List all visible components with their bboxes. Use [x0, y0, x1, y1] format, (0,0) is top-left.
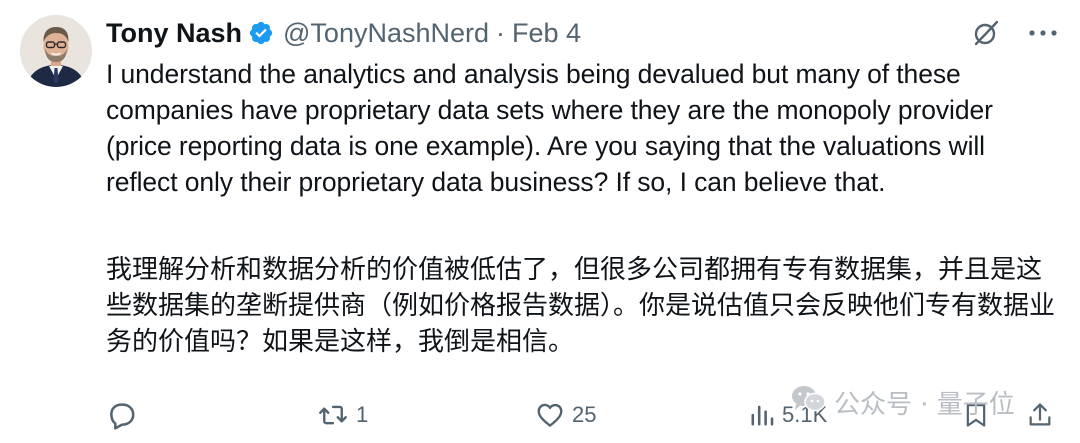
reply-icon [106, 399, 138, 431]
share-icon [1026, 399, 1054, 431]
like-count: 25 [572, 402, 597, 427]
tweet-top-actions [970, 14, 1058, 52]
tweet-date[interactable]: Feb 4 [512, 18, 581, 49]
more-icon[interactable] [1028, 29, 1058, 37]
author-name[interactable]: Tony Nash [106, 18, 242, 49]
wechat-logo-icon [790, 384, 826, 421]
separator-dot: · [496, 17, 506, 48]
tweet[interactable]: Tony Nash @TonyNashNerd · Feb 4 I unders [0, 0, 1080, 443]
retweet-icon [316, 400, 350, 430]
tweet-text-chinese: 我理解分析和数据分析的价值被低估了，但很多公司都拥有专有数据集，并且是这些数据集… [106, 255, 1056, 357]
retweet-button[interactable]: 1 [316, 392, 368, 438]
heart-icon [534, 400, 566, 430]
share-button[interactable] [1026, 392, 1054, 438]
tweet-text-english: I understand the analytics and analysis … [106, 59, 993, 197]
grok-icon[interactable] [970, 17, 1002, 49]
watermark-text: 公众号 · 量子位 [834, 389, 1015, 420]
views-icon [748, 400, 776, 430]
reply-button[interactable] [106, 392, 138, 438]
avatar[interactable] [20, 15, 92, 87]
author-handle[interactable]: @TonyNashNerd [283, 18, 489, 49]
retweet-count: 1 [356, 402, 369, 427]
like-button[interactable]: 25 [534, 392, 596, 438]
verified-badge-icon [248, 20, 274, 46]
tweet-header: Tony Nash @TonyNashNerd · Feb 4 [106, 14, 581, 52]
watermark: 公众号 · 量子位 [790, 382, 1015, 422]
